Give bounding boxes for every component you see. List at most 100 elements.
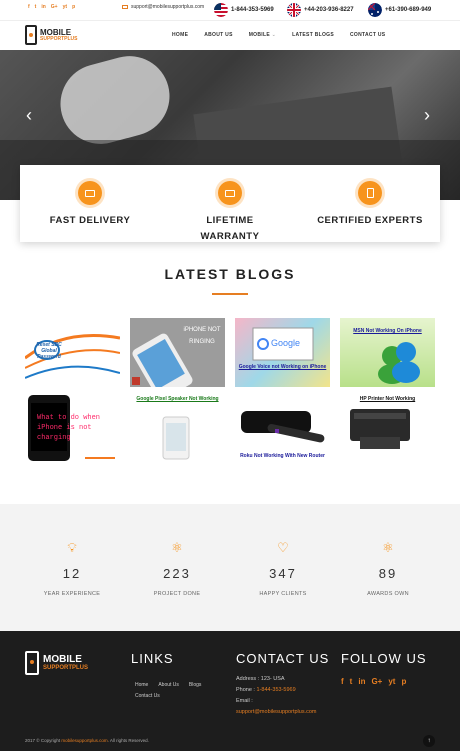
- linkedin-icon[interactable]: in: [358, 677, 365, 686]
- phone-au[interactable]: +61-390-689-949: [368, 3, 431, 17]
- blog-caption: iPHONE NOT RINGING: [183, 327, 221, 345]
- nav-about[interactable]: ABOUT US: [204, 32, 233, 38]
- title-underline: [212, 293, 248, 295]
- phone-us-number[interactable]: 1-844-353-5969: [231, 7, 274, 13]
- bulb-icon: 💡︎: [67, 540, 77, 555]
- features-box: FAST DELIVERY LIFETIME WARRANTY CERTIFIE…: [20, 165, 440, 242]
- atom-icon: ⚛: [382, 540, 394, 555]
- footer-link-about[interactable]: About Us: [158, 680, 179, 691]
- nav-mobile-label: MOBILE: [248, 32, 270, 38]
- stat-number: 347: [269, 566, 297, 581]
- blog-card-hp-printer[interactable]: HP Printer Not Working: [340, 393, 435, 462]
- facebook-icon[interactable]: f: [28, 4, 30, 10]
- nav-contact[interactable]: CONTACT US: [350, 32, 385, 38]
- stat-number: 12: [62, 566, 82, 581]
- blog-card-roku[interactable]: Roku Not Working With New Router: [235, 393, 330, 462]
- footer-link-contact[interactable]: Contact Us: [135, 693, 160, 699]
- feature-label: LIFETIME WARRANTY: [200, 215, 260, 242]
- site-footer: MOBILE SUPPORTPLUS LINKS Home About Us B…: [0, 631, 460, 751]
- blog-image-pixel: [162, 416, 190, 460]
- blog-caption: HP Printer Not Working: [359, 396, 416, 402]
- phone-us[interactable]: 1-844-353-5969: [214, 3, 274, 17]
- blog-card-iphone-ringing[interactable]: iPHONE NOT RINGING: [130, 318, 225, 387]
- footer-logo[interactable]: MOBILE SUPPORTPLUS: [25, 651, 88, 675]
- blogs-section-title: LATEST BLOGS: [164, 266, 296, 282]
- copyright-prefix: 2017 © Copyright: [25, 738, 61, 743]
- blog-caption: Roku Not Working With New Router: [240, 453, 325, 459]
- stat-awards: ⚛ 89 AWARDS OWN: [338, 540, 438, 597]
- google-plus-icon[interactable]: G+: [51, 4, 58, 10]
- top-email-text[interactable]: support@mobilesupportplus.com: [131, 4, 204, 10]
- feature-fast-delivery: FAST DELIVERY: [20, 165, 160, 242]
- twitter-icon[interactable]: t: [350, 677, 353, 686]
- blog-card-sbc[interactable]: Reset SBC Global Password: [25, 318, 120, 387]
- nav-menu: HOME ABOUT US MOBILE ⌄ LATEST BLOGS CONT…: [172, 32, 385, 38]
- blog-caption: MSN Not Working On iPhone: [353, 328, 422, 334]
- stat-number: 89: [378, 566, 398, 581]
- footer-contact-info: Address : 123- USA Phone : 1-844-353-596…: [236, 674, 316, 718]
- blog-image-printer: [350, 409, 410, 449]
- phone-uk-number[interactable]: +44-203-936-8227: [304, 7, 354, 13]
- envelope-icon: [122, 5, 128, 9]
- footer-logo-line1: MOBILE: [43, 653, 82, 665]
- footer-logo-line2: SUPPORTPLUS: [43, 665, 89, 672]
- stat-clients: ♡ 347 HAPPY CLIENTS: [233, 540, 333, 597]
- monitor-icon: [78, 181, 102, 205]
- scroll-to-top-button[interactable]: ↑: [423, 735, 435, 747]
- copyright: 2017 © Copyright mobilesupportplus.com. …: [25, 738, 149, 743]
- footer-social-links: f t in G+ yt p: [341, 677, 406, 686]
- top-email[interactable]: support@mobilesupportplus.com: [122, 4, 204, 10]
- footer-email-label: Email :: [236, 698, 253, 704]
- phone-uk[interactable]: +44-203-936-8227: [287, 3, 354, 17]
- stat-label: AWARDS OWN: [367, 591, 409, 597]
- youtube-icon[interactable]: yt: [388, 677, 395, 686]
- pinterest-icon[interactable]: p: [72, 4, 75, 10]
- copyright-site-link[interactable]: mobilesupportplus.com: [61, 738, 107, 743]
- footer-contact-title: CONTACT US: [236, 651, 330, 666]
- slider-next-icon[interactable]: ›: [424, 105, 430, 126]
- main-navbar: MOBILE SUPPORTPLUS HOME ABOUT US MOBILE …: [0, 20, 460, 50]
- footer-phone-row: Phone : 1-844-353-5969: [236, 685, 316, 696]
- chevron-down-icon: ⌄: [271, 32, 277, 38]
- phone-icon: [358, 181, 382, 205]
- blog-caption: What to do when iPhone is not charging: [37, 414, 101, 442]
- stat-label: PROJECT DONE: [153, 591, 201, 597]
- blog-caption: Google Voice not Working on iPhone: [238, 364, 327, 370]
- svg-text:Google: Google: [271, 338, 300, 348]
- nav-mobile-dropdown[interactable]: MOBILE ⌄: [249, 32, 276, 38]
- footer-phone[interactable]: 1-844-353-5969: [257, 687, 296, 693]
- feature-label: CERTIFIED EXPERTS: [317, 215, 423, 226]
- google-plus-icon[interactable]: G+: [371, 677, 382, 686]
- blog-card-iphone-charging[interactable]: What to do when iPhone is not charging: [25, 393, 120, 462]
- facebook-icon[interactable]: f: [341, 677, 344, 686]
- blog-card-msn[interactable]: MSN Not Working On iPhone: [340, 318, 435, 387]
- logo-line2: SUPPORTPLUS: [40, 35, 78, 42]
- nav-home[interactable]: HOME: [172, 32, 188, 38]
- feature-label: FAST DELIVERY: [49, 215, 131, 226]
- footer-logo-text: MOBILE SUPPORTPLUS: [43, 653, 89, 672]
- stat-experience: 💡︎ 12 YEAR EXPERIENCE: [22, 540, 122, 597]
- pinterest-icon[interactable]: p: [401, 677, 406, 686]
- stat-label: HAPPY CLIENTS: [259, 591, 307, 597]
- nav-latest-blogs[interactable]: LATEST BLOGS: [292, 32, 334, 38]
- stat-label: YEAR EXPERIENCE: [43, 591, 101, 597]
- hero-glove-shape: [51, 50, 179, 153]
- site-logo[interactable]: MOBILE SUPPORTPLUS: [25, 25, 78, 45]
- footer-address: Address : 123- USA: [236, 676, 285, 682]
- blog-card-google-voice[interactable]: Google Google Voice not Working on iPhon…: [235, 318, 330, 387]
- footer-email[interactable]: support@mobilesupportplus.com: [236, 707, 316, 718]
- blog-image-roku: [241, 411, 325, 443]
- feature-certified-experts: CERTIFIED EXPERTS: [300, 165, 440, 242]
- blog-card-pixel[interactable]: Google Pixel Speaker Not Working: [130, 393, 225, 462]
- slider-prev-icon[interactable]: ‹: [26, 105, 32, 126]
- footer-link-home[interactable]: Home: [135, 680, 148, 691]
- youtube-icon[interactable]: yt: [63, 4, 67, 10]
- mobile-logo-icon: [25, 25, 37, 45]
- feature-lifetime-warranty: LIFETIME WARRANTY: [160, 165, 300, 242]
- twitter-icon[interactable]: t: [35, 4, 37, 10]
- linkedin-icon[interactable]: in: [41, 4, 45, 10]
- phone-au-number[interactable]: +61-390-689-949: [385, 7, 431, 13]
- logo-text: MOBILE SUPPORTPLUS: [40, 28, 78, 42]
- copyright-suffix: . All rights Reserved.: [107, 738, 149, 743]
- footer-link-blogs[interactable]: Blogs: [189, 680, 202, 691]
